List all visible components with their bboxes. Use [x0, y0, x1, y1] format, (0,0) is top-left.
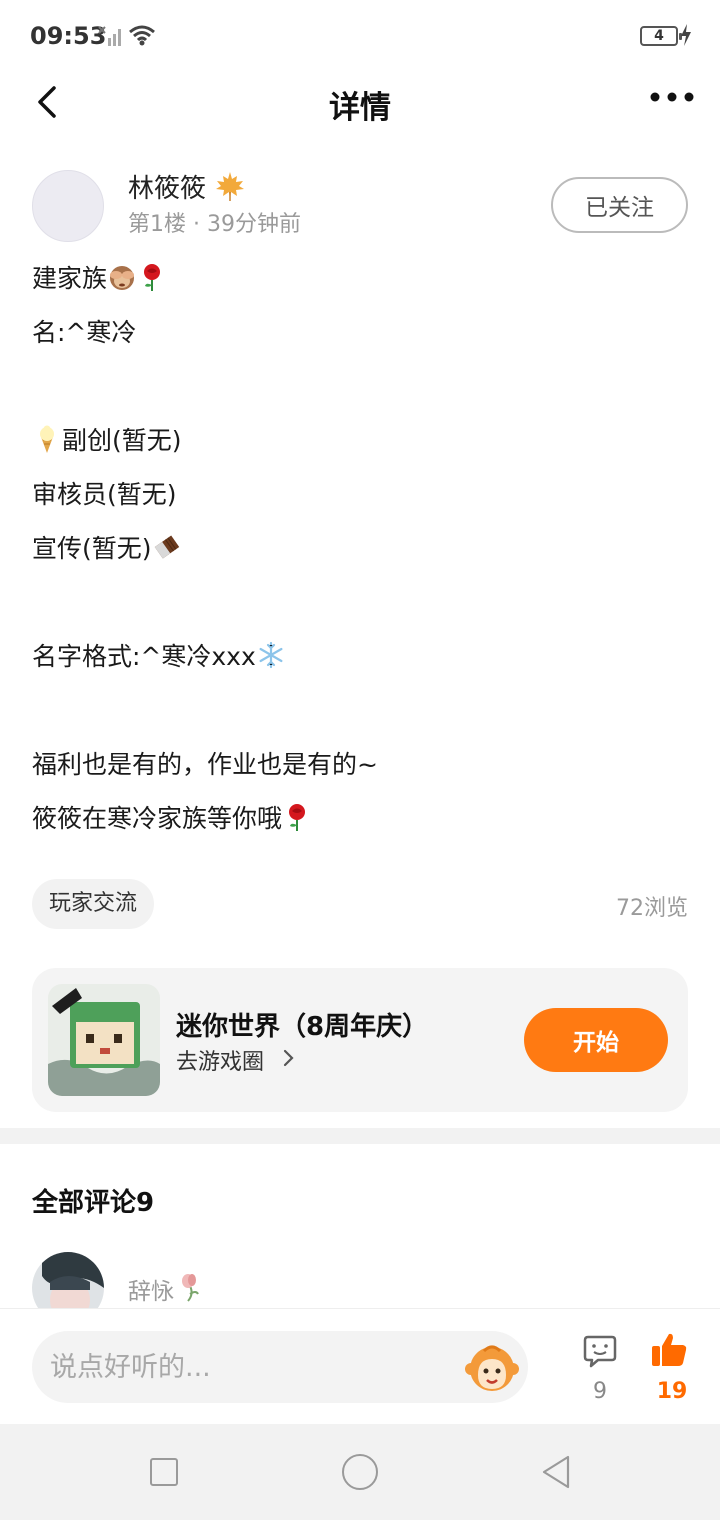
comments-title: 全部评论9 — [32, 1188, 155, 1218]
status-bar: 09:53 4 — [0, 0, 720, 72]
rose-icon — [289, 804, 306, 831]
section-divider — [0, 1128, 720, 1144]
comment-bar: 9 19 — [0, 1308, 720, 1424]
maple-leaf-icon — [216, 172, 244, 201]
like-count: 19 — [656, 1379, 688, 1404]
content-line: 福利也是有的，作业也是有的~ — [32, 750, 378, 779]
comment-count: 9 — [593, 1379, 607, 1404]
home-icon[interactable] — [342, 1454, 378, 1490]
content-line — [32, 576, 692, 630]
recent-apps-icon[interactable] — [150, 1458, 178, 1486]
snowflake-icon — [259, 641, 283, 669]
more-icon[interactable] — [648, 90, 696, 104]
content-line: 副创(暂无) — [32, 414, 692, 468]
content-line: 建家族 — [32, 252, 692, 306]
status-time: 09:53 — [30, 22, 107, 50]
content-line: 筱筱在寒冷家族等你哦 — [32, 792, 692, 846]
author-avatar[interactable] — [32, 170, 104, 242]
signal-icon — [98, 26, 121, 46]
charging-icon — [681, 24, 691, 46]
wilted-flower-icon — [182, 1274, 199, 1302]
content-line: 名:^寒冷 — [32, 318, 137, 347]
wifi-icon — [129, 25, 155, 46]
comment-input[interactable] — [32, 1331, 528, 1403]
ice-cream-icon — [40, 425, 54, 453]
chocolate-icon — [154, 535, 179, 559]
follow-button[interactable]: 已关注 — [551, 177, 688, 233]
game-card[interactable]: 迷你世界（8周年庆） 去游戏圈 开始 — [32, 968, 688, 1112]
chevron-right-icon — [283, 1049, 294, 1067]
page-title: 详情 — [329, 90, 391, 126]
content-line: 名字格式:^寒冷xxx — [32, 630, 692, 684]
author-name[interactable]: 林筱筱 — [128, 168, 206, 205]
comment-icon[interactable] — [582, 1333, 618, 1369]
start-game-button[interactable]: 开始 — [524, 1008, 668, 1072]
rose-icon — [144, 264, 161, 291]
nav-back-icon[interactable] — [540, 1454, 572, 1490]
topic-tag[interactable]: 玩家交流 — [32, 879, 155, 929]
game-title: 迷你世界（8周年庆） — [176, 1012, 429, 1042]
commenter-name[interactable]: 辞怺 — [128, 1272, 174, 1306]
see-no-evil-monkey-icon — [110, 266, 135, 290]
content-line — [32, 684, 692, 738]
game-icon — [48, 984, 160, 1096]
header: 详情 — [0, 72, 720, 132]
system-nav-bar — [0, 1424, 720, 1520]
content-line — [32, 360, 692, 414]
monkey-emoji-icon[interactable] — [464, 1341, 520, 1395]
thumbs-up-icon[interactable] — [650, 1331, 688, 1369]
content-line: 宣传(暂无) — [32, 522, 692, 576]
post-content: 建家族 名:^寒冷 副创(暂无) 审核员(暂无) 宣传(暂无) 名字格式:^寒冷… — [32, 252, 692, 846]
content-line: 审核员(暂无) — [32, 480, 177, 509]
view-count: 72浏览 — [616, 896, 688, 921]
game-circle-link[interactable]: 去游戏圈 — [176, 1044, 264, 1076]
battery-icon: 4 — [640, 26, 682, 46]
floor-meta: 第1楼 · 39分钟前 — [128, 212, 301, 237]
